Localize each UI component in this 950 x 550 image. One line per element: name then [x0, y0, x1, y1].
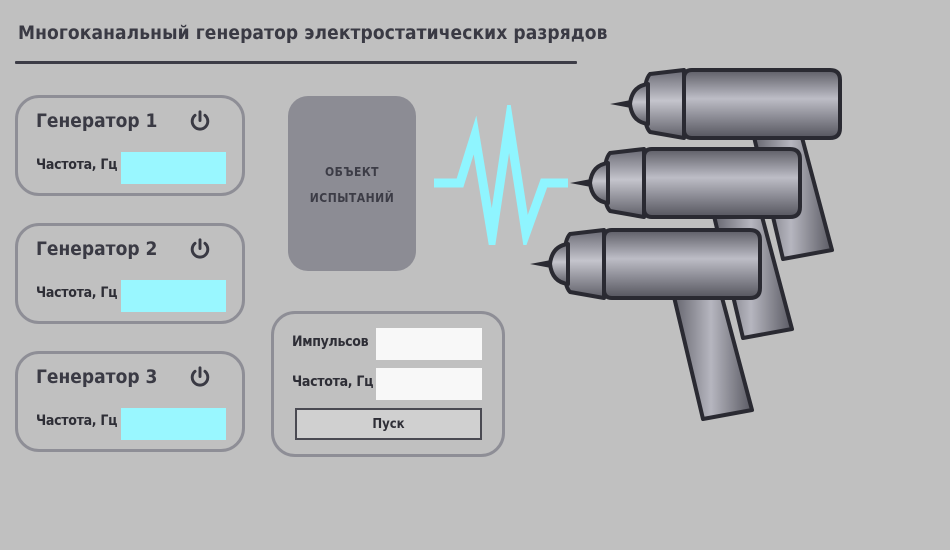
generator-2-panel: Генератор 2 Частота, Гц	[15, 223, 245, 324]
generator-2-frequency-input[interactable]	[121, 280, 226, 312]
power-icon[interactable]	[189, 110, 211, 132]
generator-3-frequency-label: Частота, Гц	[36, 413, 118, 429]
frequency-label: Частота, Гц	[292, 374, 374, 390]
generator-3-title: Генератор 3	[36, 366, 158, 388]
page-title: Многоканальный генератор электростатичес…	[18, 22, 608, 44]
generator-1-title: Генератор 1	[36, 110, 158, 132]
title-divider	[15, 61, 577, 64]
generator-2-title: Генератор 2	[36, 238, 158, 260]
pulses-label: Импульсов	[292, 334, 369, 350]
generator-3-panel: Генератор 3 Частота, Гц	[15, 351, 245, 452]
generator-2-frequency-label: Частота, Гц	[36, 285, 118, 301]
generator-1-panel: Генератор 1 Частота, Гц	[15, 95, 245, 196]
test-object-label: ОБЪЕКТ ИСПЫТАНИЙ	[309, 164, 395, 205]
test-object: ОБЪЕКТ ИСПЫТАНИЙ	[288, 96, 416, 271]
start-button[interactable]: Пуск	[295, 408, 482, 440]
power-icon[interactable]	[189, 238, 211, 260]
generator-1-frequency-input[interactable]	[121, 152, 226, 184]
frequency-input[interactable]	[376, 368, 482, 400]
pulses-input[interactable]	[376, 328, 482, 360]
generator-1-frequency-label: Частота, Гц	[36, 157, 118, 173]
power-icon[interactable]	[189, 366, 211, 388]
generator-3-frequency-input[interactable]	[121, 408, 226, 440]
esd-gun-icon	[526, 62, 842, 421]
control-panel: Импульсов Частота, Гц Пуск	[271, 311, 505, 457]
